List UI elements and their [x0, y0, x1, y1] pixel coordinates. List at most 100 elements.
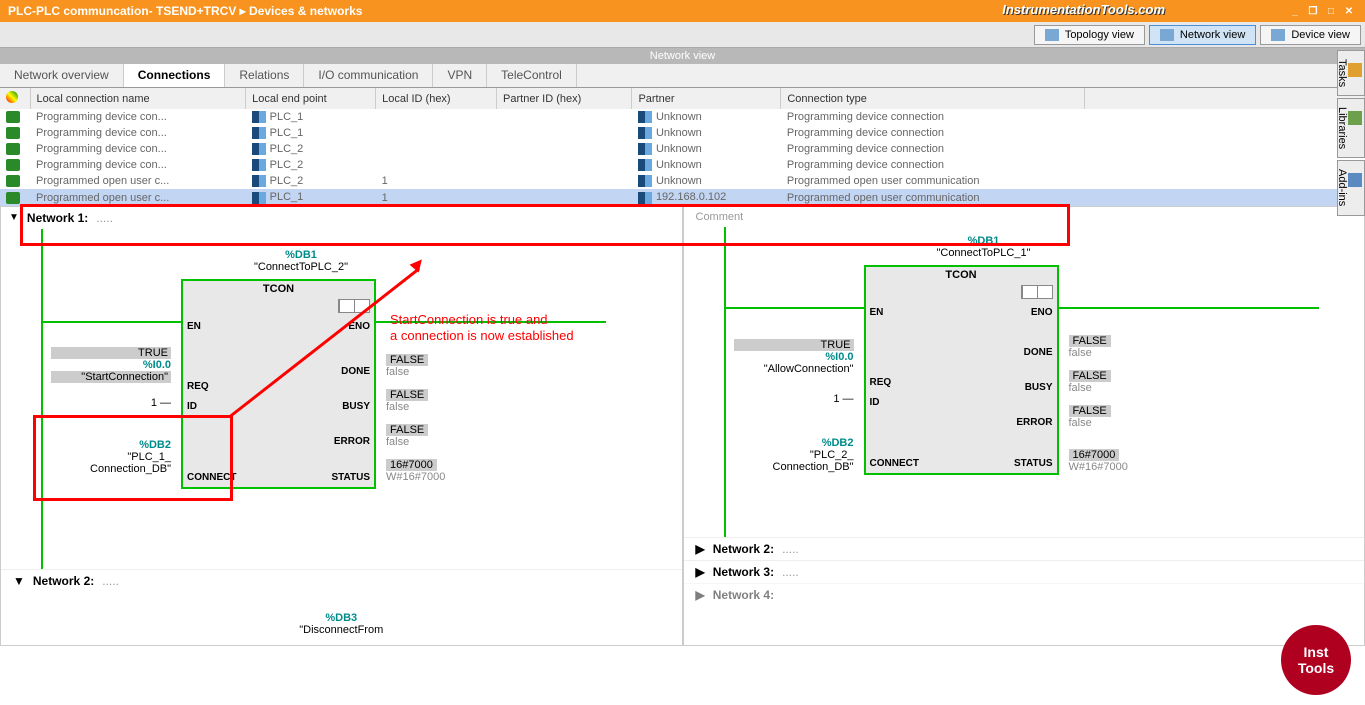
partner-icon [638, 127, 652, 139]
conn-icon [6, 143, 20, 155]
table-row[interactable]: Programmed open user c...PLC_21UnknownPr… [0, 173, 1365, 189]
table-row[interactable]: Programming device con...PLC_1UnknownPro… [0, 125, 1365, 141]
id-label: 1 — [814, 393, 854, 405]
table-row[interactable]: Programming device con...PLC_2UnknownPro… [0, 157, 1365, 173]
side-tab-libraries[interactable]: Libraries [1337, 98, 1365, 158]
tab-network[interactable]: Network view [1149, 25, 1256, 45]
restore-button[interactable]: ❐ [1305, 4, 1321, 18]
wire [41, 321, 181, 323]
conn-icon [6, 127, 20, 139]
network2-header[interactable]: ▼Network 2:..... [1, 569, 682, 592]
ladder-diagram-left[interactable]: %DB1"ConnectToPLC_2" TCON EN ENO REQ ID … [31, 229, 652, 569]
req-label: TRUE %I0.0 "AllowConnection" [734, 339, 854, 375]
connect-label: %DB2 "PLC_1_ Connection_DB" [71, 439, 171, 475]
filter-icon[interactable] [6, 91, 18, 103]
left-editor: ▼ Network 1: ..... %DB1"ConnectToPLC_2" … [0, 206, 683, 646]
connections-table: Local connection name Local end point Lo… [0, 88, 1365, 206]
plc-icon [252, 127, 266, 139]
expand-icon[interactable]: ▶ [696, 542, 705, 556]
table-row[interactable]: Programming device con...PLC_1UnknownPro… [0, 109, 1365, 125]
minimize-button[interactable]: _ [1287, 4, 1303, 18]
power-rail [724, 227, 726, 537]
error-out: FALSEfalse [386, 424, 428, 448]
plc-icon [252, 192, 266, 204]
plc-icon [252, 175, 266, 187]
panel-header: Network view [0, 48, 1365, 64]
db-header: %DB1"ConnectToPLC_1" [894, 235, 1074, 259]
collapse-icon[interactable]: ▼ [9, 212, 19, 223]
side-tab-tasks[interactable]: Tasks [1337, 50, 1365, 96]
wire [1059, 307, 1319, 309]
tab-overview[interactable]: Network overview [0, 64, 124, 87]
title-bar: PLC-PLC communcation- TSEND+TRCV ▸ Devic… [0, 0, 1365, 22]
right-editor: Comment %DB1"ConnectToPLC_1" TCON EN ENO… [683, 206, 1365, 646]
done-out: FALSEfalse [386, 354, 428, 378]
network1-header[interactable]: ▼ Network 1: ..... [1, 207, 682, 229]
network4-header[interactable]: ▶Network 4: [684, 583, 1365, 606]
comment-field[interactable]: Comment [696, 211, 1353, 223]
busy-out: FALSEfalse [386, 389, 428, 413]
wire [724, 307, 864, 309]
tab-iocomm[interactable]: I/O communication [304, 64, 433, 87]
inst-tools-badge: InstTools [1281, 625, 1351, 695]
topology-icon [1045, 29, 1059, 41]
table-header: Local connection name Local end point Lo… [0, 88, 1365, 109]
wire [376, 321, 606, 323]
block-menu-icon[interactable] [338, 299, 370, 313]
libraries-icon [1348, 111, 1362, 125]
plc-icon [252, 159, 266, 171]
conn-icon [6, 159, 20, 171]
status-out: 16#7000W#16#7000 [1069, 449, 1128, 473]
watermark: InstrumentationTools.com [1002, 2, 1165, 17]
plc-icon [252, 143, 266, 155]
tasks-icon [1348, 63, 1362, 77]
maximize-button[interactable]: □ [1323, 4, 1339, 18]
tab-telecontrol[interactable]: TeleControl [487, 64, 577, 87]
expand-icon[interactable]: ▶ [696, 588, 705, 602]
id-label: 1 — [131, 397, 171, 409]
partner-icon [638, 192, 652, 204]
status-out: 16#7000W#16#7000 [386, 459, 445, 483]
network3-header[interactable]: ▶Network 3:..... [684, 560, 1365, 583]
db-header: %DB1"ConnectToPLC_2" [211, 249, 391, 273]
close-button[interactable]: ✕ [1341, 4, 1357, 18]
addins-icon [1348, 173, 1362, 187]
title-text: PLC-PLC communcation- TSEND+TRCV ▸ Devic… [8, 4, 362, 18]
done-out: FALSEfalse [1069, 335, 1111, 359]
tab-device[interactable]: Device view [1260, 25, 1361, 45]
network2-header[interactable]: ▶Network 2:..... [684, 537, 1365, 560]
expand-icon[interactable]: ▶ [696, 565, 705, 579]
tcon-block[interactable]: TCON EN ENO REQ ID CONNECT DONE BUSY ERR… [864, 265, 1059, 475]
power-rail [41, 229, 43, 569]
ladder-diagram-right[interactable]: %DB1"ConnectToPLC_1" TCON EN ENO REQ ID … [714, 227, 1335, 537]
tcon-block[interactable]: TCON EN ENO REQ ID CONNECT DONE BUSY ERR… [181, 279, 376, 489]
tab-connections[interactable]: Connections [124, 64, 226, 87]
block-menu-icon[interactable] [1021, 285, 1053, 299]
req-label: TRUE %I0.0 "StartConnection" [51, 347, 171, 383]
busy-out: FALSEfalse [1069, 370, 1111, 394]
plc-icon [252, 111, 266, 123]
network-icon [1160, 29, 1174, 41]
connect-label: %DB2 "PLC_2_ Connection_DB" [754, 437, 854, 473]
db3-label: %DB3 "DisconnectFrom [1, 612, 682, 636]
tab-topology[interactable]: Topology view [1034, 25, 1145, 45]
tab-vpn[interactable]: VPN [433, 64, 487, 87]
side-panels: Tasks Libraries Add-ins [1337, 50, 1365, 216]
conn-icon [6, 175, 20, 187]
device-icon [1271, 29, 1285, 41]
view-tabs: Topology view Network view Device view [0, 22, 1365, 48]
error-out: FALSEfalse [1069, 405, 1111, 429]
partner-icon [638, 175, 652, 187]
table-row[interactable]: Programming device con...PLC_2UnknownPro… [0, 141, 1365, 157]
partner-icon [638, 143, 652, 155]
side-tab-addins[interactable]: Add-ins [1337, 160, 1365, 215]
table-row-selected[interactable]: Programmed open user c...PLC_11192.168.0… [0, 189, 1365, 205]
conn-icon [6, 192, 20, 204]
editor-area: ▼ Network 1: ..... %DB1"ConnectToPLC_2" … [0, 206, 1365, 646]
detail-tabs: Network overview Connections Relations I… [0, 64, 1365, 88]
partner-icon [638, 111, 652, 123]
conn-icon [6, 111, 20, 123]
partner-icon [638, 159, 652, 171]
tab-relations[interactable]: Relations [225, 64, 304, 87]
collapse-icon[interactable]: ▼ [13, 574, 25, 588]
